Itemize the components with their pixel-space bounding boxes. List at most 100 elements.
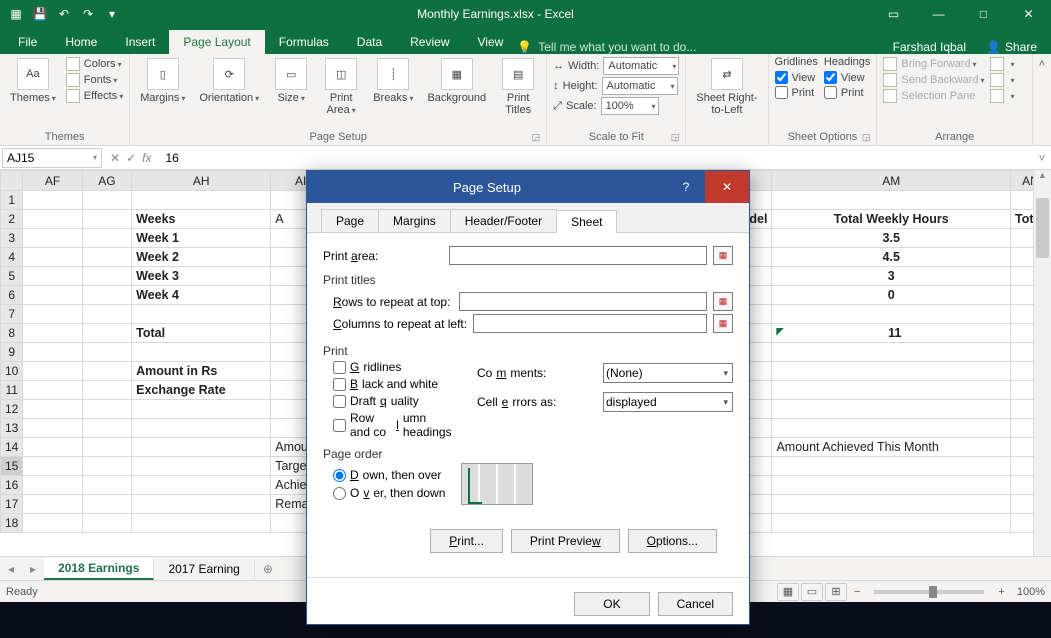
undo-icon[interactable]: ↶ (56, 6, 72, 22)
cell[interactable] (82, 343, 132, 362)
cell[interactable]: Week 4 (132, 286, 271, 305)
row-header[interactable]: 18 (1, 514, 23, 533)
tab-home[interactable]: Home (51, 30, 111, 54)
cell[interactable]: 3.5 (772, 229, 1011, 248)
rows-repeat-range-button[interactable]: ▦ (713, 292, 733, 311)
cell[interactable] (772, 343, 1011, 362)
sheet-tab-active[interactable]: 2018 Earnings (44, 558, 154, 580)
column-header[interactable]: AH (132, 171, 271, 191)
minimize-button[interactable]: — (916, 0, 961, 28)
sheet-nav-next[interactable]: ▸ (22, 562, 44, 576)
column-header[interactable]: AG (82, 171, 132, 191)
cell[interactable] (132, 400, 271, 419)
cell[interactable]: Exchange Rate (132, 381, 271, 400)
row-header[interactable]: 15 (1, 457, 23, 476)
tell-me[interactable]: 💡 Tell me what you want to do... (517, 40, 696, 54)
expand-formula-icon[interactable]: ˅ (1033, 151, 1051, 165)
cell[interactable] (132, 438, 271, 457)
cell[interactable]: 3 (772, 267, 1011, 286)
gridlines-check[interactable]: Gridlines (333, 360, 453, 374)
cell[interactable] (132, 191, 271, 210)
formula-input[interactable]: 16 (157, 151, 1033, 165)
fonts-button[interactable]: Fonts (66, 72, 123, 88)
sheet-options-launcher-icon[interactable]: ◲ (862, 132, 871, 143)
sheet-rtl-button[interactable]: ⇄Sheet Right-to-Left (692, 56, 761, 118)
draft-check[interactable]: Draft quality (333, 394, 453, 408)
new-sheet-button[interactable]: ⊕ (255, 562, 281, 576)
page-break-view-button[interactable]: ⊞ (825, 583, 847, 601)
headings-print-check[interactable]: Print (824, 85, 870, 100)
background-button[interactable]: ▦Background (423, 56, 490, 106)
cell[interactable]: Weeks (132, 210, 271, 229)
cancel-formula-icon[interactable]: ✕ (110, 151, 120, 165)
close-button[interactable]: ✕ (1006, 0, 1051, 28)
cell[interactable] (772, 400, 1011, 419)
dialog-help-button[interactable]: ? (667, 180, 705, 194)
row-header[interactable]: 1 (1, 191, 23, 210)
cell[interactable] (82, 381, 132, 400)
cell[interactable] (82, 457, 132, 476)
cell[interactable] (82, 419, 132, 438)
cell-errors-combo[interactable]: displayed (603, 392, 733, 412)
rowcol-check[interactable]: Row and column headings (333, 411, 453, 439)
page-setup-launcher-icon[interactable]: ◲ (532, 132, 541, 143)
row-header[interactable]: 13 (1, 419, 23, 438)
maximize-button[interactable]: □ (961, 0, 1006, 28)
dialog-tab-header-footer[interactable]: Header/Footer (450, 209, 557, 232)
row-header[interactable]: 4 (1, 248, 23, 267)
tab-formulas[interactable]: Formulas (265, 30, 343, 54)
cell[interactable] (132, 457, 271, 476)
dialog-title-bar[interactable]: Page Setup ? ✕ (307, 171, 749, 203)
cell[interactable] (23, 495, 82, 514)
sheet-tab-other[interactable]: 2017 Earning (154, 559, 254, 579)
rows-repeat-input[interactable] (459, 292, 707, 311)
row-header[interactable]: 9 (1, 343, 23, 362)
height-combo[interactable]: Automatic (602, 77, 678, 95)
scale-combo[interactable]: 100% (601, 97, 659, 115)
cell[interactable] (23, 210, 82, 229)
margins-button[interactable]: ▯Margins (136, 56, 189, 106)
fx-icon[interactable]: fx (142, 151, 151, 165)
qat-customize-icon[interactable]: ▾ (104, 6, 120, 22)
dialog-close-button[interactable]: ✕ (705, 171, 749, 203)
cell[interactable]: Week 1 (132, 229, 271, 248)
cell[interactable] (772, 457, 1011, 476)
cell[interactable] (82, 495, 132, 514)
cell[interactable] (23, 229, 82, 248)
print-area-button[interactable]: ◫PrintArea (319, 56, 363, 118)
cell[interactable]: ◤11 (772, 324, 1011, 343)
row-header[interactable]: 16 (1, 476, 23, 495)
row-header[interactable]: 2 (1, 210, 23, 229)
cell[interactable] (23, 457, 82, 476)
colors-button[interactable]: Colors (66, 56, 123, 72)
cell[interactable] (23, 305, 82, 324)
sheet-nav-prev[interactable]: ◂ (0, 562, 22, 576)
cell[interactable] (23, 286, 82, 305)
cell[interactable] (23, 400, 82, 419)
cols-repeat-range-button[interactable]: ▦ (713, 314, 733, 333)
gridlines-print-check[interactable]: Print (775, 85, 818, 100)
tab-data[interactable]: Data (343, 30, 396, 54)
cell[interactable] (132, 419, 271, 438)
cell[interactable]: Total Weekly Hours (772, 210, 1011, 229)
vertical-scrollbar[interactable]: ▲ (1033, 170, 1051, 556)
cell[interactable] (23, 438, 82, 457)
down-then-over-radio[interactable]: Down, then over (333, 466, 445, 484)
cell[interactable] (132, 476, 271, 495)
dialog-tab-margins[interactable]: Margins (378, 209, 451, 232)
cell[interactable] (82, 267, 132, 286)
cell[interactable]: 0 (772, 286, 1011, 305)
tab-page-layout[interactable]: Page Layout (169, 30, 264, 54)
cell[interactable] (82, 210, 132, 229)
row-header[interactable]: 8 (1, 324, 23, 343)
user-name[interactable]: Farshad Iqbal (883, 40, 976, 54)
cell[interactable] (82, 514, 132, 533)
cell[interactable] (772, 419, 1011, 438)
themes-button[interactable]: Aa Themes (6, 56, 60, 106)
collapse-ribbon-icon[interactable]: ˄ (1033, 54, 1051, 145)
zoom-in-button[interactable]: + (992, 586, 1010, 598)
cell[interactable] (23, 419, 82, 438)
cell[interactable] (82, 400, 132, 419)
cell[interactable] (82, 362, 132, 381)
cell[interactable] (23, 324, 82, 343)
